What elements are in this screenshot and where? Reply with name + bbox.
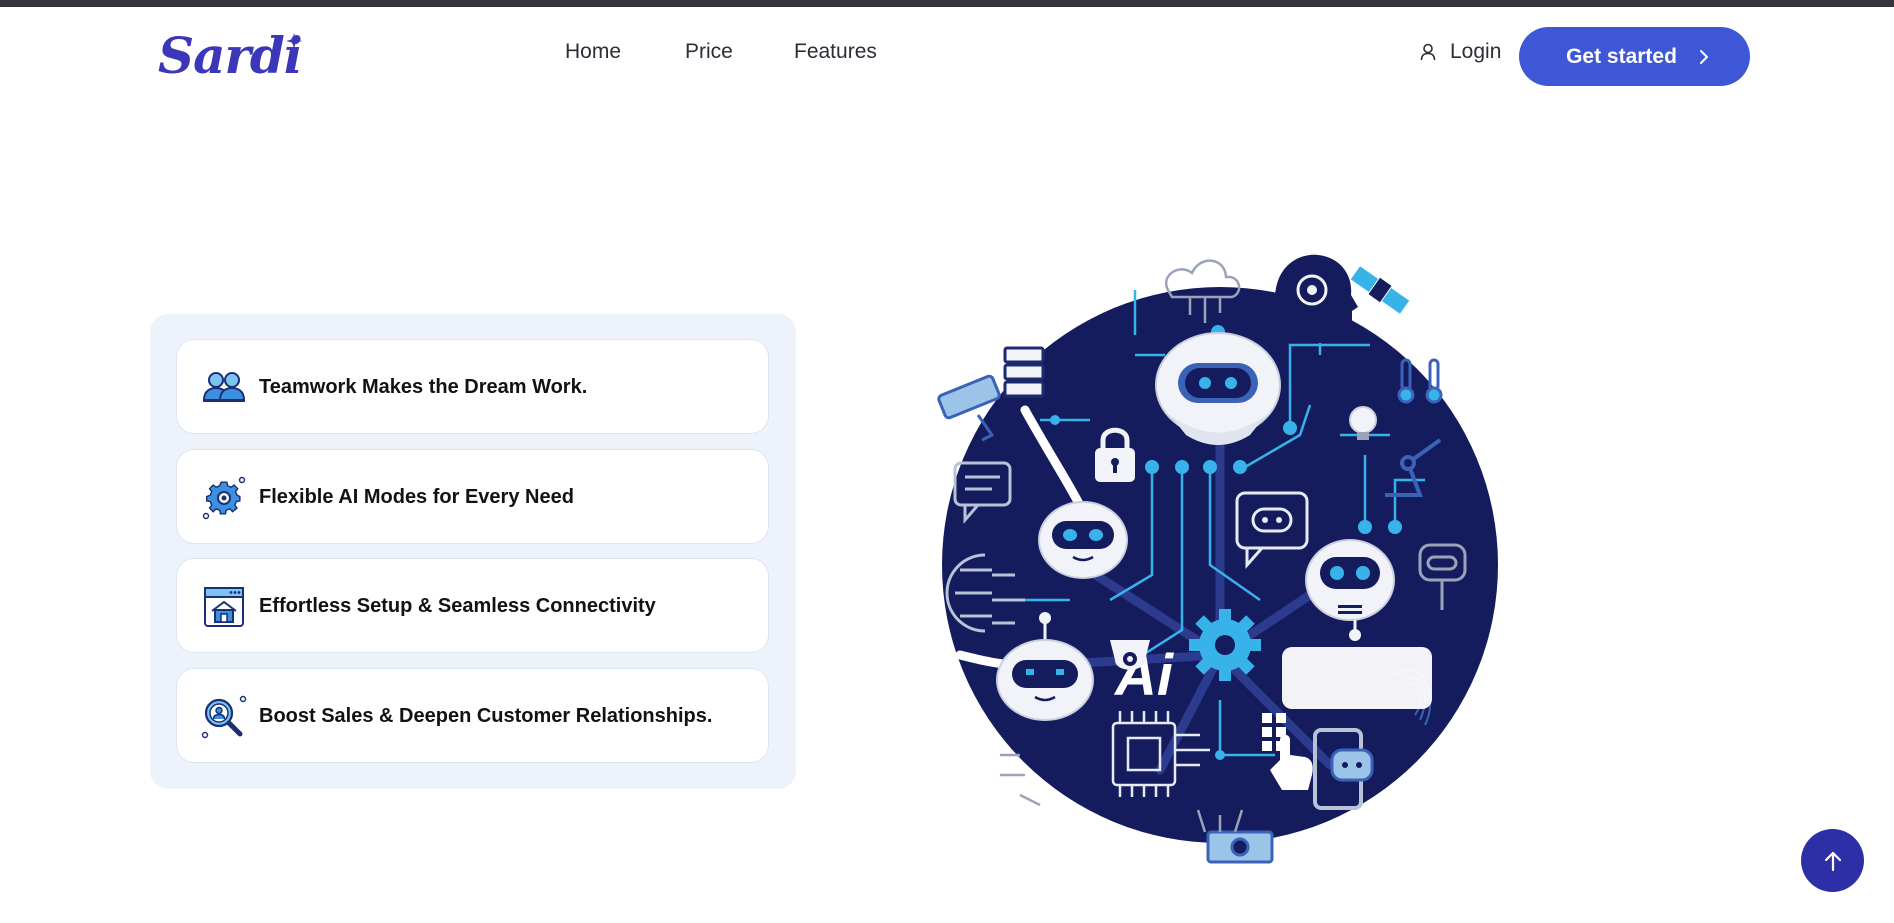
login-link[interactable]: Login (1420, 40, 1501, 64)
top-accent-bar (0, 0, 1894, 7)
feature-label: Teamwork Makes the Dream Work. (259, 376, 588, 398)
feature-label: Boost Sales & Deepen Customer Relationsh… (259, 705, 713, 727)
money-bill-illustration (1206, 830, 1274, 864)
gear-icon (202, 476, 246, 520)
nav-price[interactable]: Price (685, 40, 733, 64)
feature-card-setup[interactable]: Effortless Setup & Seamless Connectivity (176, 558, 769, 653)
logo[interactable]: Sardi (158, 24, 303, 88)
logo-sparkle-icon (286, 33, 302, 49)
team-icon (202, 372, 246, 402)
user-icon (1420, 43, 1436, 61)
login-label: Login (1450, 40, 1502, 63)
feature-label: Effortless Setup & Seamless Connectivity (259, 595, 656, 617)
nav-features[interactable]: Features (794, 40, 877, 64)
magnifier-user-icon (201, 695, 247, 739)
arrow-up-icon (1824, 851, 1841, 871)
get-started-label: Get started (1566, 44, 1677, 68)
feature-card-sales[interactable]: Boost Sales & Deepen Customer Relationsh… (176, 668, 769, 763)
feature-card-teamwork[interactable]: Teamwork Makes the Dream Work. (176, 339, 769, 434)
feature-label: Flexible AI Modes for Every Need (259, 486, 574, 508)
ai-robots-network-illustration: Ai (937, 254, 1498, 864)
browser-home-icon (204, 587, 244, 627)
chevron-right-icon (1699, 49, 1708, 64)
gear-illustration (1189, 609, 1261, 681)
satellite-illustration (1350, 266, 1410, 314)
feature-card-ai-modes[interactable]: Flexible AI Modes for Every Need (176, 449, 769, 544)
nav-home[interactable]: Home (565, 40, 621, 64)
robot-head-left (1038, 501, 1128, 579)
get-started-button[interactable]: Get started (1519, 27, 1750, 86)
scroll-to-top-button[interactable] (1801, 829, 1864, 892)
server-stack-illustration (1003, 346, 1045, 398)
